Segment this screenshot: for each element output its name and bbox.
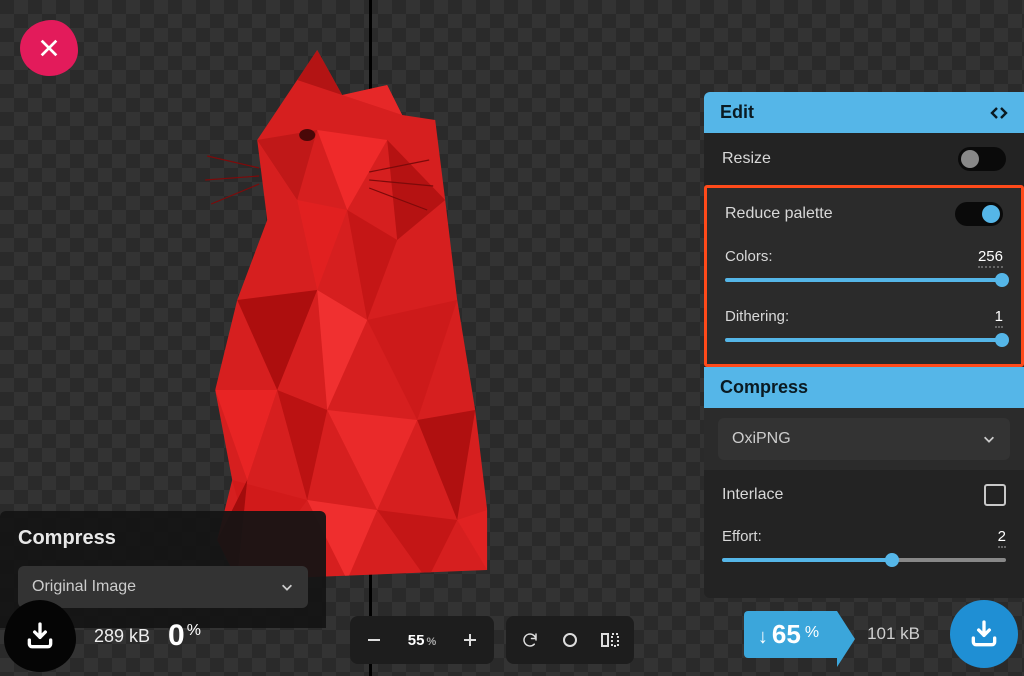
down-arrow-icon: ↓ xyxy=(758,626,768,649)
edit-section-header[interactable]: Edit xyxy=(704,92,1024,133)
colors-label: Colors: xyxy=(725,248,773,268)
rotate-button[interactable] xyxy=(510,620,550,660)
zoom-in-button[interactable] xyxy=(450,620,490,660)
dithering-value[interactable]: 1 xyxy=(995,308,1003,328)
effort-label: Effort: xyxy=(722,528,762,548)
savings-badge: ↓ 65% xyxy=(744,611,837,658)
colors-row: Colors: 256 xyxy=(707,240,1021,304)
compressed-size: 101 kB xyxy=(867,624,920,644)
left-stats: 289 kB 0% xyxy=(4,600,199,672)
right-panel: Edit Resize Reduce palette Colors: 256 D… xyxy=(704,92,1024,598)
original-codec-value: Original Image xyxy=(32,578,136,596)
reduce-palette-row: Reduce palette xyxy=(707,188,1021,240)
resize-row: Resize xyxy=(704,133,1024,185)
dithering-row: Dithering: 1 xyxy=(707,304,1021,364)
effort-row: Effort: 2 xyxy=(704,520,1024,576)
compress-section-header[interactable]: Compress xyxy=(704,367,1024,408)
background-toggle-button[interactable] xyxy=(550,620,590,660)
circle-icon xyxy=(562,632,578,648)
chevron-down-icon xyxy=(280,580,294,594)
resize-toggle[interactable] xyxy=(958,147,1006,171)
zoom-out-button[interactable] xyxy=(354,620,394,660)
left-compress-title: Compress xyxy=(18,527,308,550)
codec-value: OxiPNG xyxy=(732,430,791,448)
zoom-group: 55% xyxy=(350,616,494,664)
reduce-palette-label: Reduce palette xyxy=(725,205,833,223)
colors-value[interactable]: 256 xyxy=(978,248,1003,268)
colors-slider[interactable] xyxy=(725,278,1003,282)
transform-group xyxy=(506,616,634,664)
rotate-icon xyxy=(521,631,539,649)
reduce-palette-toggle[interactable] xyxy=(955,202,1003,226)
original-percent: 0% xyxy=(168,619,199,653)
resize-label: Resize xyxy=(722,150,771,168)
close-icon xyxy=(38,37,60,59)
flip-button[interactable] xyxy=(590,620,630,660)
close-button[interactable] xyxy=(20,20,78,76)
download-compressed-button[interactable] xyxy=(950,600,1018,668)
reduce-palette-highlight: Reduce palette Colors: 256 Dithering: 1 xyxy=(704,185,1024,367)
zoom-toolbar: 55% xyxy=(350,616,634,664)
download-icon xyxy=(24,620,56,652)
interlace-label: Interlace xyxy=(722,486,783,504)
download-icon xyxy=(968,618,1000,650)
right-stats: ↓ 65% 101 kB xyxy=(744,600,1018,668)
original-size: 289 kB xyxy=(94,626,150,647)
flip-icon xyxy=(601,632,619,648)
plus-icon xyxy=(462,632,478,648)
dithering-label: Dithering: xyxy=(725,308,789,328)
interlace-checkbox[interactable] xyxy=(984,484,1006,506)
interlace-row: Interlace xyxy=(704,470,1024,520)
zoom-value[interactable]: 55% xyxy=(394,632,450,649)
expand-icon xyxy=(990,106,1008,120)
codec-row: OxiPNG xyxy=(704,408,1024,470)
effort-value[interactable]: 2 xyxy=(998,528,1006,548)
download-original-button[interactable] xyxy=(4,600,76,672)
codec-select[interactable]: OxiPNG xyxy=(718,418,1010,460)
dithering-slider[interactable] xyxy=(725,338,1003,342)
effort-slider[interactable] xyxy=(722,558,1006,562)
minus-icon xyxy=(366,632,382,648)
chevron-down-icon xyxy=(982,432,996,446)
